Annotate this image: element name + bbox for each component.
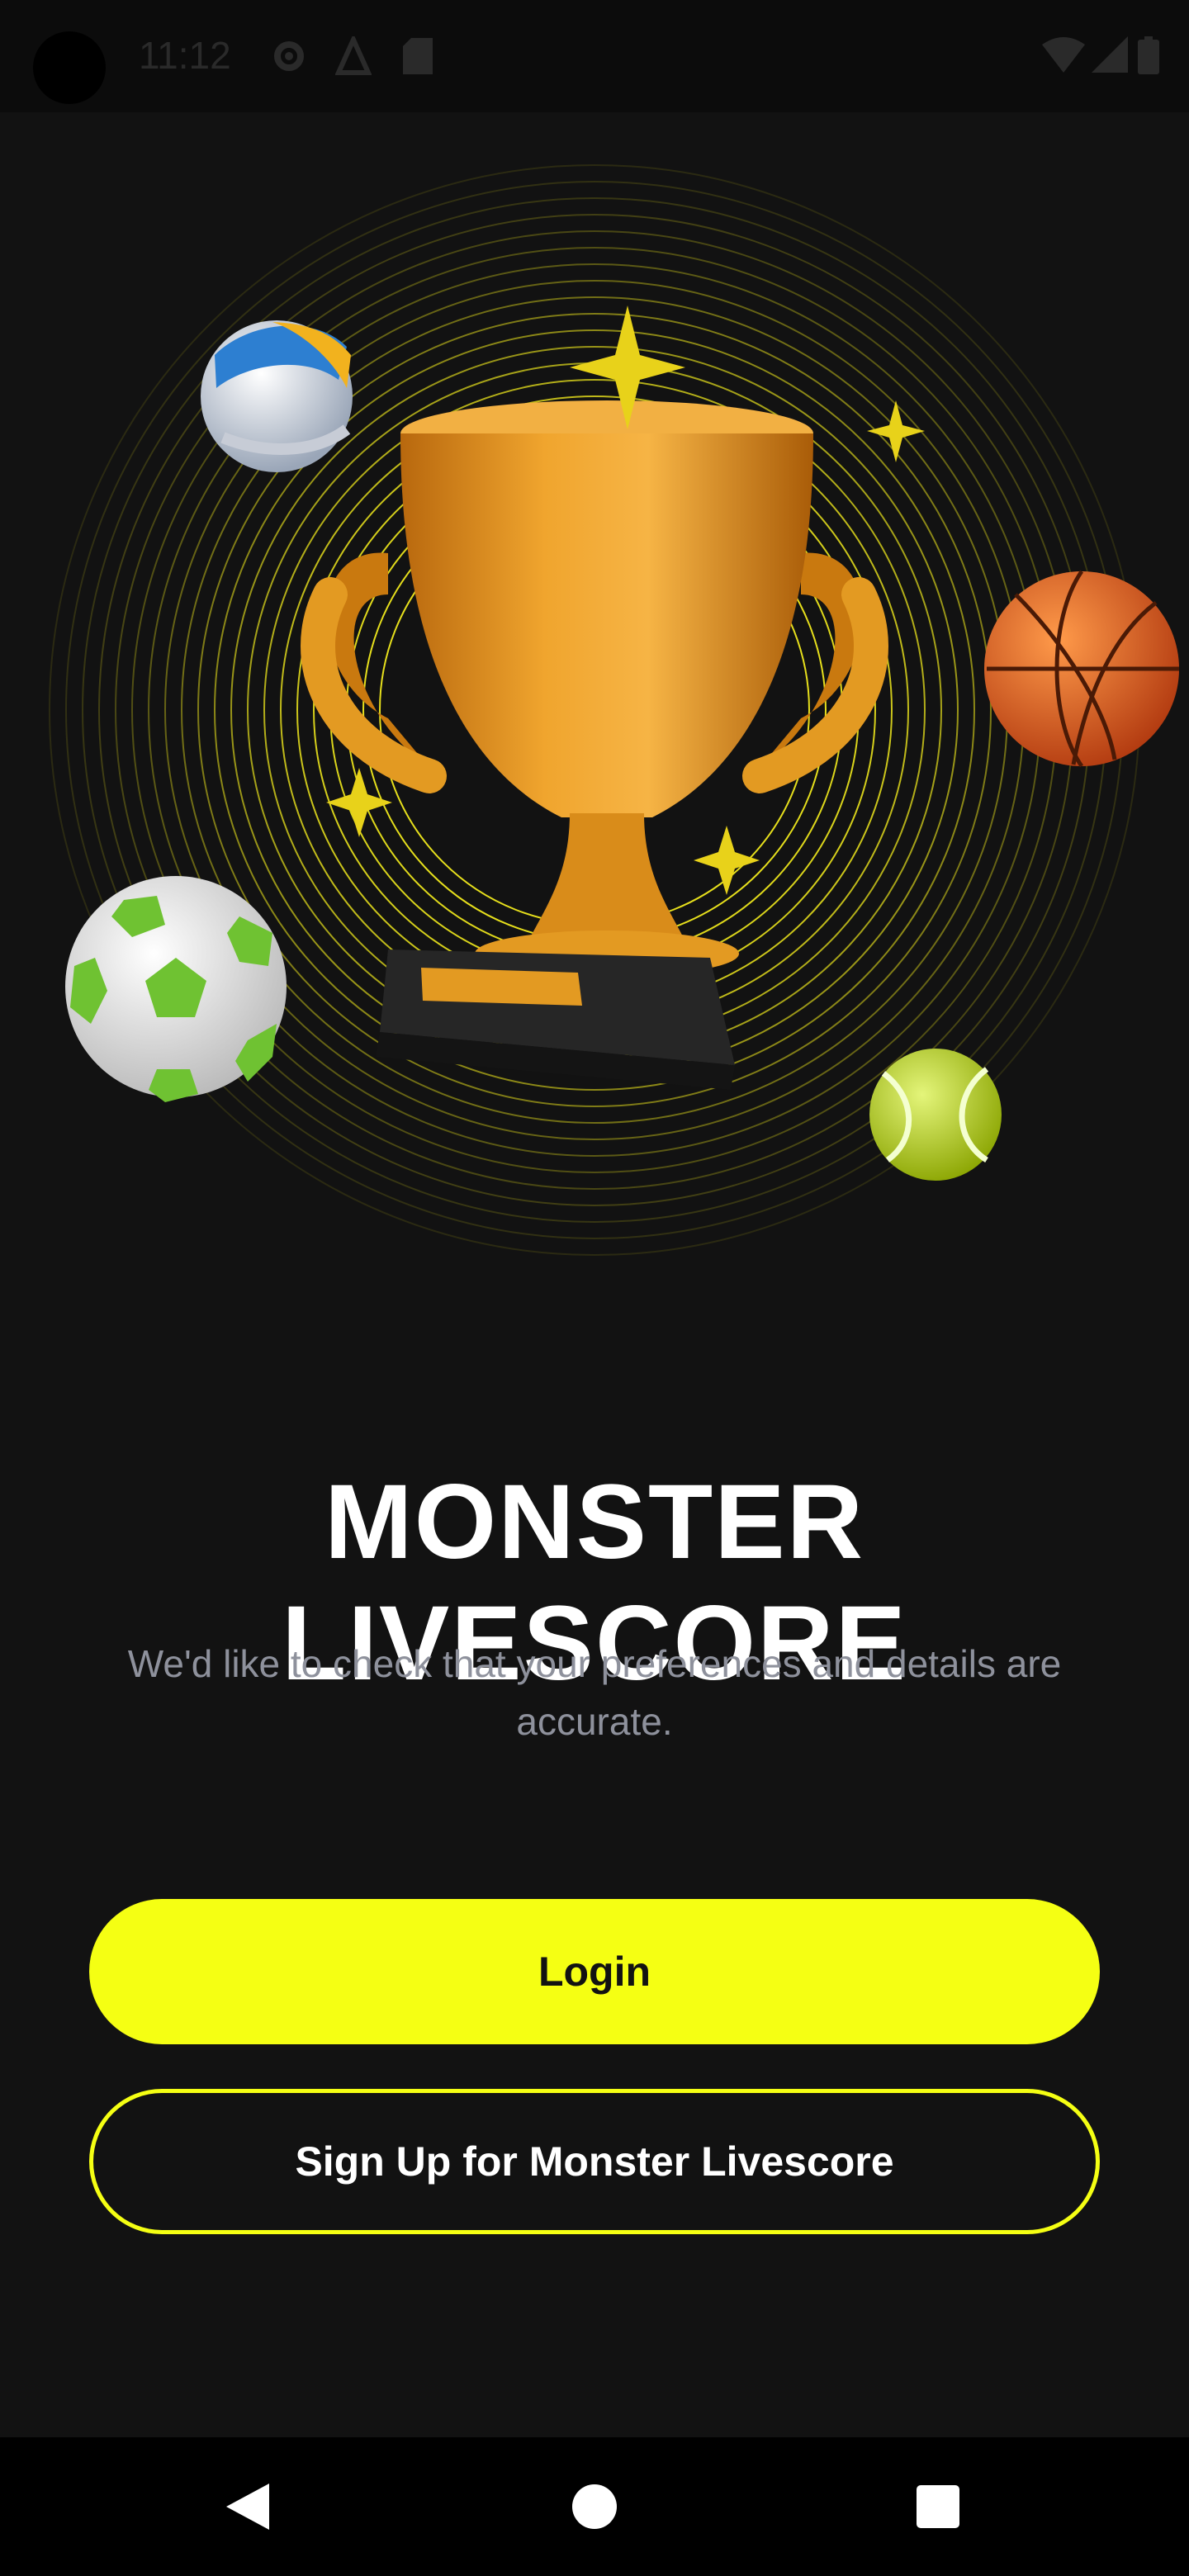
recents-icon[interactable]: [908, 2477, 968, 2536]
soccer-ball-icon: [65, 876, 287, 1102]
signal-icon: [1092, 36, 1128, 73]
home-icon[interactable]: [565, 2477, 624, 2536]
tennis-ball-icon: [869, 1049, 1002, 1181]
subtitle: We'd like to check that your preferences…: [127, 1642, 1062, 1743]
sign-up-button-label: Sign Up for Monster Livescore: [295, 2138, 894, 2185]
notification-icon: [335, 36, 372, 75]
settings-icon: [274, 41, 304, 71]
hero-illustration: [49, 164, 1179, 1256]
navigation-bar: [0, 2437, 1189, 2576]
back-icon[interactable]: [220, 2477, 279, 2536]
battery-icon: [1138, 36, 1159, 74]
status-time: 11:12: [139, 34, 231, 77]
wifi-icon: [1042, 37, 1085, 73]
sim-card-icon: [403, 38, 433, 74]
basketball-icon: [984, 570, 1179, 768]
sign-up-button[interactable]: Sign Up for Monster Livescore: [89, 2089, 1100, 2234]
trophy-icon: [301, 400, 888, 1090]
login-button[interactable]: Login: [89, 1899, 1100, 2044]
login-button-label: Login: [538, 1949, 651, 1995]
volleyball-icon: [201, 320, 353, 472]
